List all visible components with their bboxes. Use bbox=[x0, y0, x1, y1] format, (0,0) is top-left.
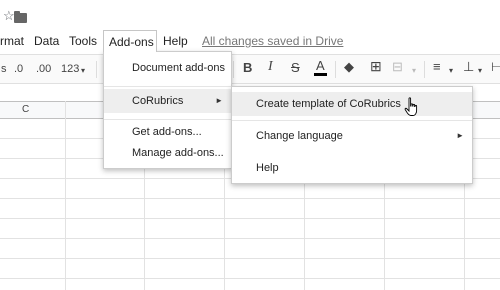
italic-button[interactable]: I bbox=[268, 60, 273, 74]
save-status-link[interactable]: All changes saved in Drive bbox=[202, 30, 343, 52]
strikethrough-button[interactable]: S bbox=[291, 61, 300, 75]
chevron-down-icon[interactable]: ▾ bbox=[449, 64, 453, 78]
vertical-align-icon[interactable]: ⊥ bbox=[463, 60, 474, 74]
menu-item-document-addons[interactable]: Document add-ons bbox=[104, 56, 231, 80]
toolbar-divider bbox=[424, 61, 425, 78]
toolbar-divider bbox=[233, 61, 234, 78]
hand-cursor-icon bbox=[404, 97, 418, 116]
menu-separator bbox=[232, 120, 472, 121]
folder-icon[interactable] bbox=[14, 11, 27, 23]
title-bar: ☆ bbox=[0, 0, 500, 29]
increase-decimal-button[interactable]: .00 bbox=[36, 62, 51, 76]
text-color-button[interactable]: A bbox=[314, 59, 327, 76]
menu-data[interactable]: Data bbox=[34, 30, 59, 52]
menu-item-change-language[interactable]: Change language ► bbox=[232, 124, 472, 148]
corubrics-submenu: Create template of CoRubrics Change lang… bbox=[231, 86, 473, 184]
bold-button[interactable]: B bbox=[243, 61, 252, 75]
menu-tools[interactable]: Tools bbox=[69, 30, 97, 52]
merge-cells-icon[interactable]: ⊟ bbox=[392, 60, 403, 74]
chevron-down-icon[interactable]: ▾ bbox=[412, 64, 416, 78]
menu-item-label: Change language bbox=[256, 130, 343, 142]
text-wrap-icon[interactable]: ⊢ bbox=[491, 60, 500, 74]
decrease-decimal-button[interactable]: .0 bbox=[14, 62, 23, 76]
align-left-icon[interactable]: ≡ bbox=[433, 60, 441, 74]
borders-icon[interactable]: ⊞ bbox=[370, 59, 382, 73]
menu-format[interactable]: rmat bbox=[0, 30, 24, 52]
grid-line bbox=[65, 101, 66, 290]
menu-help[interactable]: Help bbox=[163, 30, 188, 52]
menu-addons[interactable]: Add-ons bbox=[103, 30, 157, 52]
toolbar-truncated-label: s bbox=[1, 63, 7, 75]
fill-color-icon[interactable]: ◆ bbox=[344, 60, 354, 74]
menu-item-create-template[interactable]: Create template of CoRubrics bbox=[232, 92, 472, 116]
menu-item-label: CoRubrics bbox=[132, 95, 184, 107]
more-formats-button[interactable]: 123 bbox=[61, 62, 79, 76]
grid-line bbox=[0, 218, 500, 219]
submenu-arrow-icon: ► bbox=[456, 131, 464, 140]
grid-line bbox=[0, 238, 500, 239]
grid-line bbox=[0, 198, 500, 199]
addons-menu: Document add-ons CoRubrics ► Get add-ons… bbox=[103, 51, 232, 169]
menu-bar: rmat Data Tools Add-ons Help All changes… bbox=[0, 30, 500, 52]
toolbar-divider bbox=[96, 61, 97, 78]
grid-line bbox=[0, 258, 500, 259]
menu-item-corubrics[interactable]: CoRubrics ► bbox=[104, 89, 231, 113]
column-header-c[interactable]: C bbox=[22, 104, 29, 115]
menu-item-manage-addons[interactable]: Manage add-ons... bbox=[104, 141, 231, 165]
chevron-down-icon[interactable]: ▾ bbox=[81, 64, 85, 78]
chevron-down-icon[interactable]: ▾ bbox=[478, 64, 482, 78]
star-icon[interactable]: ☆ bbox=[3, 9, 15, 22]
submenu-arrow-icon: ► bbox=[215, 96, 223, 105]
grid-line bbox=[0, 278, 500, 279]
toolbar: s .0 .00 123 ▾ B I S A ◆ ⊞ ⊟ ▾ ≡ ▾ ⊥ ▾ ⊢ bbox=[0, 54, 500, 84]
toolbar-divider bbox=[335, 61, 336, 78]
menu-item-help[interactable]: Help bbox=[232, 156, 472, 180]
menu-separator bbox=[104, 86, 231, 87]
